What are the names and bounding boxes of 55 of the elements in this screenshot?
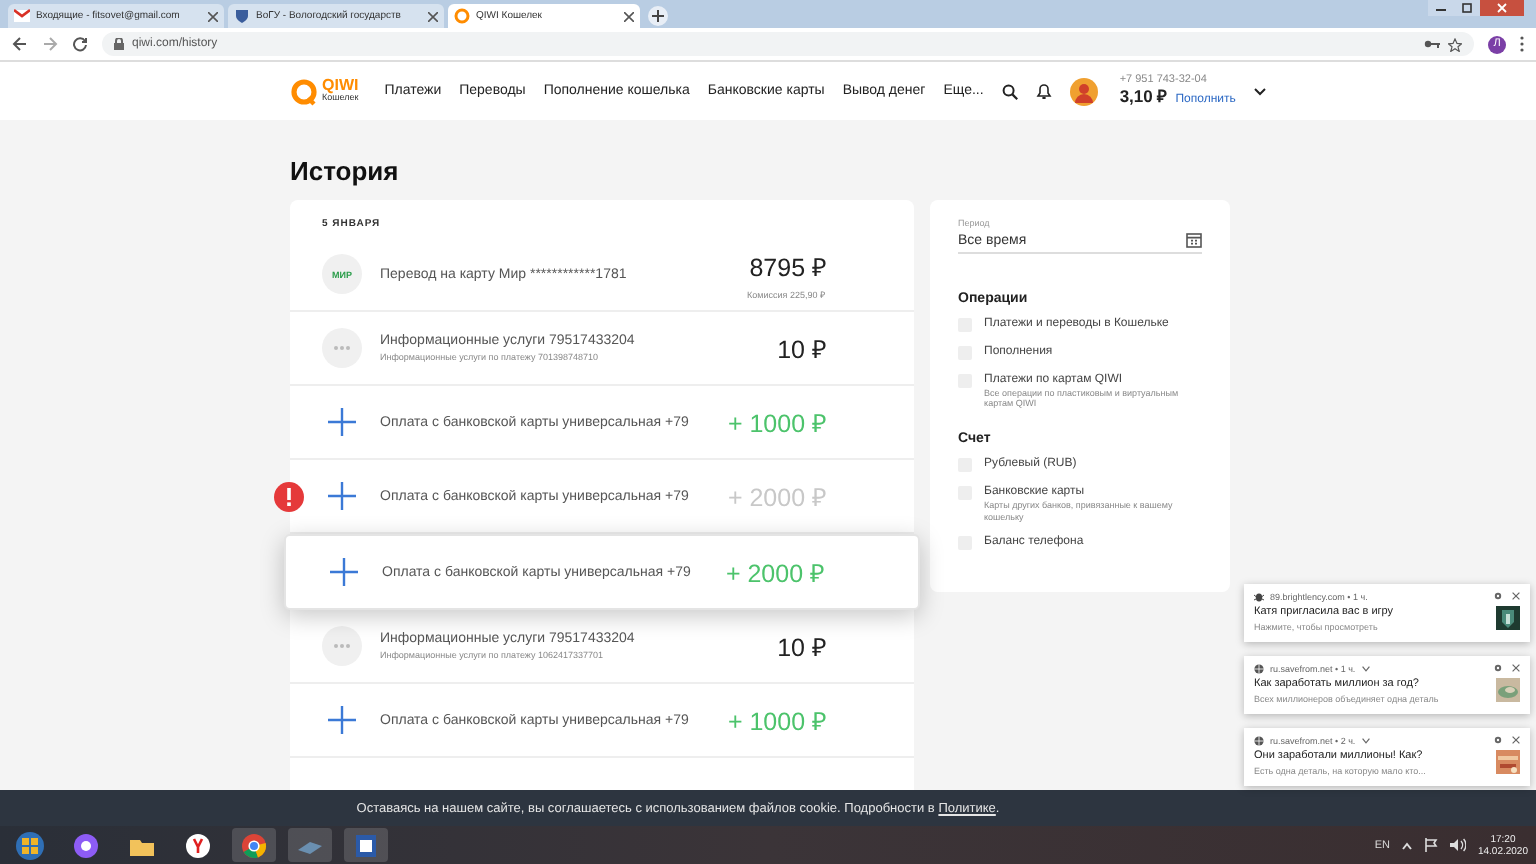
- amount: + 1000 ₽: [727, 705, 826, 737]
- amount: 8795 ₽: [749, 251, 826, 283]
- close-icon[interactable]: [1512, 592, 1520, 600]
- amount: + 1000 ₽: [727, 407, 826, 439]
- ring-icon: [454, 8, 470, 24]
- reload-icon[interactable]: [72, 36, 88, 52]
- chrome-button[interactable]: [232, 828, 276, 862]
- amount: + 2000 ₽: [725, 557, 824, 589]
- close-icon[interactable]: [624, 11, 634, 21]
- calendar-icon[interactable]: [1186, 232, 1202, 248]
- back-icon[interactable]: [12, 36, 28, 52]
- star-icon[interactable]: [1448, 37, 1462, 51]
- close-icon[interactable]: [1512, 664, 1520, 672]
- close-icon[interactable]: [428, 11, 438, 21]
- settings-icon[interactable]: [1494, 664, 1502, 672]
- windows-logo-icon: [16, 831, 44, 859]
- amount: 10 ₽: [777, 631, 826, 663]
- close-icon[interactable]: [208, 11, 218, 21]
- document-button[interactable]: [344, 828, 388, 862]
- voice-assistant-icon: [72, 831, 100, 859]
- settings-icon[interactable]: [1494, 736, 1502, 744]
- lock-icon: [114, 38, 124, 50]
- avatar-icon[interactable]: [1069, 77, 1098, 105]
- dots-icon: [322, 328, 362, 368]
- plus-icon: [322, 476, 362, 516]
- document-icon: [352, 831, 380, 859]
- flag-icon[interactable]: [1423, 838, 1438, 852]
- tablet-button[interactable]: [288, 828, 332, 862]
- close-icon[interactable]: [1512, 736, 1520, 744]
- plus-icon: [322, 700, 362, 740]
- settings-icon[interactable]: [1494, 592, 1502, 600]
- new-tab-button[interactable]: [648, 6, 668, 26]
- key-icon[interactable]: [1424, 38, 1440, 50]
- plus-icon: [324, 552, 364, 592]
- browser-icon: [184, 831, 212, 859]
- globe-icon: [1254, 664, 1264, 674]
- globe-icon: [1254, 736, 1264, 746]
- bug-icon: [1254, 592, 1264, 602]
- bell-icon[interactable]: [1035, 82, 1052, 100]
- maximize-icon[interactable]: [1454, 0, 1480, 16]
- minimize-icon[interactable]: [1428, 0, 1454, 16]
- caret-icon[interactable]: [1253, 87, 1266, 95]
- plus-icon: [322, 402, 362, 442]
- shield-icon: [234, 8, 250, 24]
- search-icon[interactable]: [1001, 83, 1018, 99]
- balance: 3,10 ₽: [1119, 87, 1168, 107]
- mail-icon: [14, 8, 30, 24]
- dots-icon: [322, 626, 362, 666]
- amount: 10 ₽: [777, 333, 826, 365]
- page-title: История: [290, 156, 401, 186]
- ring-icon: [290, 77, 318, 105]
- volume-icon[interactable]: [1449, 838, 1466, 852]
- close-icon[interactable]: [1480, 0, 1524, 16]
- plus-icon: [652, 10, 664, 22]
- chrome-icon: [240, 831, 268, 859]
